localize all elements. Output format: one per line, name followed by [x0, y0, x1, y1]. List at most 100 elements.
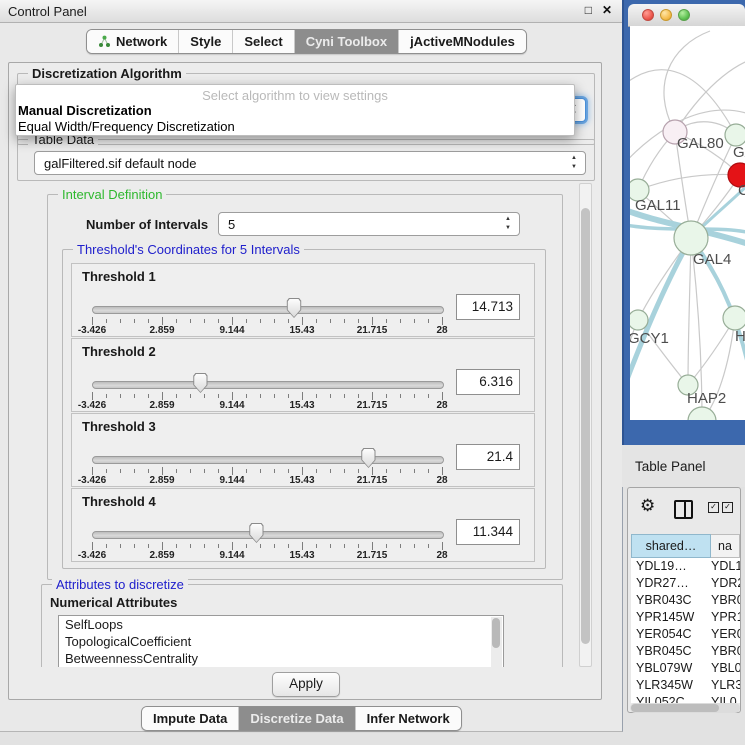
- checkbox-icon[interactable]: ✓: [708, 502, 719, 513]
- dropdown-option-manual-discretization[interactable]: Manual Discretization: [16, 103, 574, 119]
- cell-name: YIL0: [711, 694, 740, 703]
- minimize-window-icon[interactable]: [660, 9, 672, 21]
- slider-thumb[interactable]: [193, 373, 208, 393]
- network-node-label: HAP2: [687, 390, 726, 407]
- table-rows: YDL19…YDL1YDR27…YDR2YBR043CYBR0YPR145WYP…: [631, 558, 740, 703]
- attribute-item-selfloops[interactable]: SelfLoops: [59, 616, 503, 633]
- cell-name: YPR1: [711, 609, 740, 626]
- interval-definition-group-title: Interval Definition: [58, 187, 166, 202]
- attributes-group-title: Attributes to discretize: [52, 577, 188, 592]
- slider-thumb[interactable]: [361, 448, 376, 468]
- network-node-ga[interactable]: [725, 124, 745, 146]
- threshold-value-field[interactable]: 14.713: [456, 294, 520, 320]
- slider-tick-labels: -3.4262.8599.14415.4321.71528: [92, 475, 442, 486]
- interval-definition-group: Interval Definition Number of Intervals …: [47, 194, 563, 580]
- cell-name: YDR2: [711, 575, 740, 592]
- threshold-2-box: Threshold 2-3.4262.8599.14415.4321.71528…: [71, 338, 535, 412]
- slider-thumb[interactable]: [287, 298, 302, 318]
- scrollbar-thumb[interactable]: [631, 704, 719, 712]
- tab-select[interactable]: Select: [232, 30, 293, 53]
- column-header-name[interactable]: na: [711, 534, 740, 558]
- cell-name: YBR0: [711, 643, 740, 660]
- threshold-value-field[interactable]: 11.344: [456, 519, 520, 545]
- dropdown-option-equal-width-frequency-discretization[interactable]: Equal Width/Frequency Discretization: [16, 119, 574, 135]
- table-row[interactable]: YIL052CYIL0: [631, 694, 740, 703]
- table-row[interactable]: YDR27…YDR2: [631, 575, 740, 592]
- attribute-item-topologicalcoefficient[interactable]: TopologicalCoefficient: [59, 633, 503, 650]
- attributes-group: Attributes to discretize Numerical Attri…: [41, 584, 563, 667]
- number-of-intervals-combobox[interactable]: 5 ▲▼: [218, 212, 520, 236]
- tab-jactivemnodules[interactable]: jActiveMNodules: [398, 30, 526, 53]
- control-panel-tabbar: NetworkStyleSelectCyni ToolboxjActiveMNo…: [86, 29, 527, 54]
- scrollbar-thumb[interactable]: [492, 618, 500, 648]
- attributes-list-scrollbar[interactable]: [491, 617, 502, 667]
- table-data-combobox[interactable]: galFiltered.sif default node ▲▼: [34, 151, 586, 175]
- threshold-slider[interactable]: -3.4262.8599.14415.4321.71528: [92, 339, 442, 411]
- tab-infer-network[interactable]: Infer Network: [355, 707, 461, 730]
- table-horizontal-scrollbar[interactable]: [630, 703, 740, 713]
- table-row[interactable]: YBR045CYBR0: [631, 643, 740, 660]
- scrollbar-thumb[interactable]: [581, 208, 590, 644]
- column-header-shared-name[interactable]: shared…: [631, 534, 711, 558]
- tab-network[interactable]: Network: [87, 30, 178, 53]
- cell-shared-name: YBL079W: [631, 660, 711, 677]
- cell-shared-name: YDL19…: [631, 558, 711, 575]
- gear-icon[interactable]: ⚙: [640, 496, 655, 516]
- network-node-label: C: [738, 182, 745, 199]
- slider-track[interactable]: [92, 456, 444, 464]
- cyni-toolbox-content: Discretization Algorithm ▲▼ Select algor…: [8, 62, 602, 700]
- threshold-value-field[interactable]: 6.316: [456, 369, 520, 395]
- cell-shared-name: YDR27…: [631, 575, 711, 592]
- threshold-slider[interactable]: -3.4262.8599.14415.4321.71528: [92, 489, 442, 561]
- network-node[interactable]: [688, 407, 716, 420]
- slider-thumb[interactable]: [249, 523, 264, 543]
- zoom-window-icon[interactable]: [678, 9, 690, 21]
- threshold-slider[interactable]: -3.4262.8599.14415.4321.71528: [92, 264, 442, 336]
- table-panel: ⚙ ✓ ✓ shared… na YDL19…YDL1YDR27…YDR2YBR…: [627, 487, 741, 713]
- network-window-titlebar: [628, 4, 745, 27]
- tab-discretize-data[interactable]: Discretize Data: [238, 707, 354, 730]
- slider-thumb-face: [194, 374, 207, 392]
- slider-track[interactable]: [92, 306, 444, 314]
- threshold-slider[interactable]: -3.4262.8599.14415.4321.71528: [92, 414, 442, 486]
- attribute-item-betweennesscentrality[interactable]: BetweennessCentrality: [59, 650, 503, 667]
- network-node-label: GA: [733, 144, 745, 161]
- dropdown-prompt-option[interactable]: Select algorithm to view settings: [16, 88, 574, 103]
- table-row[interactable]: YPR145WYPR1: [631, 609, 740, 626]
- close-panel-icon[interactable]: ✕: [602, 3, 612, 17]
- cell-shared-name: YLR345W: [631, 677, 711, 694]
- number-of-intervals-label: Number of Intervals: [86, 217, 208, 232]
- tab-style[interactable]: Style: [178, 30, 232, 53]
- slider-track[interactable]: [92, 381, 444, 389]
- threshold-4-box: Threshold 4-3.4262.8599.14415.4321.71528…: [71, 488, 535, 562]
- apply-button[interactable]: Apply: [272, 672, 340, 697]
- stepper-icon[interactable]: ▲▼: [569, 154, 579, 172]
- network-canvas[interactable]: GAL80GACGAL11GAL4GCY1HHAP2: [630, 26, 745, 420]
- network-node-h[interactable]: [723, 306, 745, 330]
- network-node-gcy1[interactable]: [630, 310, 648, 330]
- table-data-selected-value: galFiltered.sif default node: [44, 156, 196, 171]
- cell-shared-name: YBR045C: [631, 643, 711, 660]
- table-row[interactable]: YBR043CYBR0: [631, 592, 740, 609]
- stepper-icon[interactable]: ▲▼: [503, 215, 513, 233]
- slider-track[interactable]: [92, 531, 444, 539]
- checkbox-icon[interactable]: ✓: [722, 502, 733, 513]
- numerical-attributes-label: Numerical Attributes: [50, 595, 177, 610]
- tab-cyni-toolbox[interactable]: Cyni Toolbox: [294, 30, 398, 53]
- table-row[interactable]: YBL079WYBL0: [631, 660, 740, 677]
- split-columns-icon[interactable]: [674, 500, 693, 519]
- network-node-gal4[interactable]: [674, 221, 708, 255]
- slider-tick-labels: -3.4262.8599.14415.4321.71528: [92, 325, 442, 336]
- slider-thumb-face: [288, 299, 301, 317]
- float-window-icon[interactable]: □: [585, 3, 592, 17]
- close-window-icon[interactable]: [642, 9, 654, 21]
- table-row[interactable]: YDL19…YDL1: [631, 558, 740, 575]
- table-row[interactable]: YLR345WYLR3: [631, 677, 740, 694]
- settings-vertical-scrollbar[interactable]: [579, 183, 592, 667]
- threshold-value-field[interactable]: 21.4: [456, 444, 520, 470]
- table-panel-title: Table Panel: [635, 459, 706, 474]
- table-row[interactable]: YER054CYER0: [631, 626, 740, 643]
- tab-impute-data[interactable]: Impute Data: [142, 707, 238, 730]
- cell-name: YBR0: [711, 592, 740, 609]
- cell-shared-name: YIL052C: [631, 694, 711, 703]
